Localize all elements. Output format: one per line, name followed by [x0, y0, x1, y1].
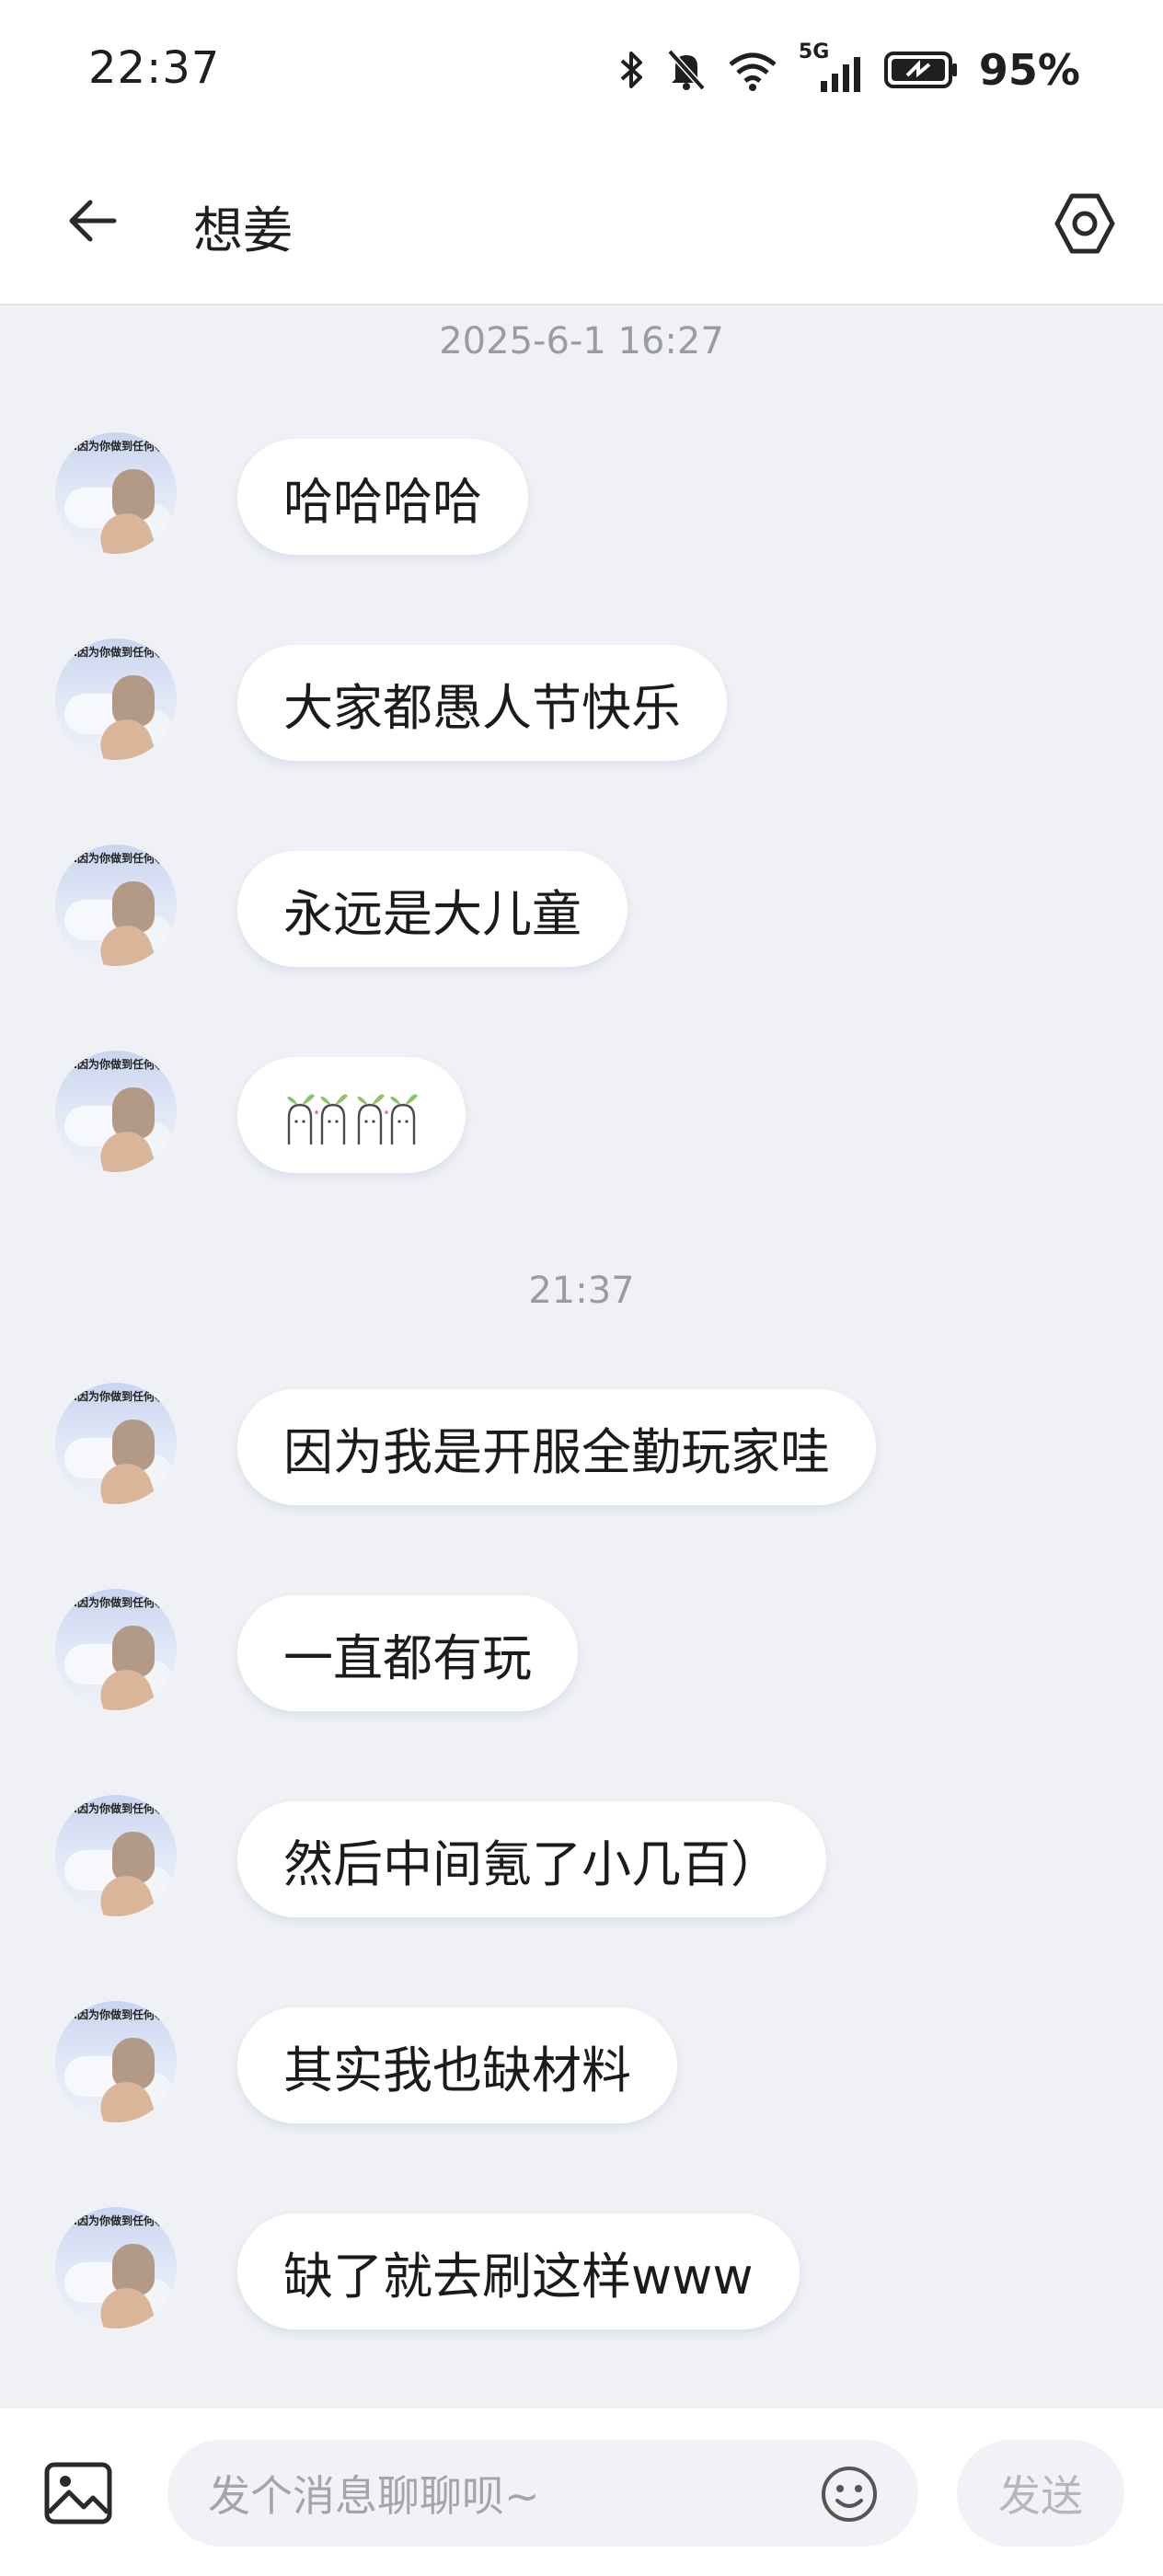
avatar-caption: …因为你做到任何事 — [65, 2008, 166, 2021]
avatar-caption: …因为你做到任何事 — [65, 1058, 166, 1071]
timestamp: 21:37 — [528, 1270, 635, 1312]
message-bubble-sticker[interactable] — [237, 1057, 466, 1173]
avatar[interactable]: …因为你做到任何事 — [55, 1795, 177, 1916]
back-button[interactable] — [55, 184, 129, 258]
status-bar: 22:37 5G 95% — [0, 0, 1163, 147]
message-input[interactable]: 发个消息聊聊呗~ — [167, 2440, 918, 2547]
message-bubble[interactable]: 其实我也缺材料 — [237, 2007, 677, 2123]
send-button[interactable]: 发送 — [957, 2440, 1124, 2547]
avatar-caption: …因为你做到任何事 — [65, 2214, 166, 2227]
status-icons: 5G 95% — [618, 40, 1080, 98]
avatar[interactable]: …因为你做到任何事 — [55, 1051, 177, 1172]
avatar-caption: …因为你做到任何事 — [65, 440, 166, 453]
message-bubble[interactable]: 缺了就去刷这样www — [237, 2214, 800, 2329]
message-input-placeholder: 发个消息聊聊呗~ — [208, 2471, 540, 2521]
avatar-caption: …因为你做到任何事 — [65, 646, 166, 659]
message-bubble[interactable]: 一直都有玩 — [237, 1595, 578, 1711]
carrot-bunny-sticker — [287, 1094, 418, 1145]
avatar-caption: …因为你做到任何事 — [65, 852, 166, 865]
cellular-signal-icon: 5G — [799, 40, 863, 94]
message-bubble[interactable]: 大家都愚人节快乐 — [237, 645, 727, 761]
avatar[interactable]: …因为你做到任何事 — [55, 845, 177, 966]
composer-bar: 发个消息聊聊呗~ 发送 — [0, 2409, 1163, 2576]
emoji-button[interactable] — [817, 2462, 881, 2526]
back-arrow-icon — [69, 200, 117, 242]
status-time: 22:37 — [88, 42, 221, 94]
image-icon — [44, 2462, 112, 2524]
avatar-caption: …因为你做到任何事 — [65, 1802, 166, 1815]
battery-saver-icon — [883, 52, 957, 88]
emoji-icon — [822, 2467, 877, 2522]
avatar[interactable]: …因为你做到任何事 — [55, 638, 177, 760]
avatar[interactable]: …因为你做到任何事 — [55, 1589, 177, 1710]
chat-header: 想姜 — [0, 147, 1163, 305]
avatar-caption: …因为你做到任何事 — [65, 1596, 166, 1609]
bluetooth-icon — [620, 52, 642, 88]
wifi-icon — [729, 52, 777, 91]
chat-title: 想姜 — [193, 201, 293, 259]
avatar[interactable]: …因为你做到任何事 — [55, 1383, 177, 1504]
avatar[interactable]: …因为你做到任何事 — [55, 432, 177, 554]
image-button[interactable] — [37, 2456, 120, 2530]
avatar[interactable]: …因为你做到任何事 — [55, 2001, 177, 2122]
message-bubble[interactable]: 哈哈哈哈 — [237, 439, 528, 555]
mute-bell-icon — [667, 49, 706, 91]
message-bubble[interactable]: 因为我是开服全勤玩家哇 — [237, 1389, 876, 1505]
timestamp: 2025-6-1 16:27 — [439, 320, 724, 362]
settings-hexagon-icon — [1054, 193, 1115, 254]
message-bubble[interactable]: 永远是大儿童 — [237, 851, 628, 967]
avatar[interactable]: …因为你做到任何事 — [55, 2207, 177, 2329]
avatar-caption: …因为你做到任何事 — [65, 1390, 166, 1403]
settings-button[interactable] — [1043, 182, 1126, 265]
battery-percent: 95% — [978, 45, 1080, 95]
message-bubble[interactable]: 然后中间氪了小几百） — [237, 1801, 826, 1917]
